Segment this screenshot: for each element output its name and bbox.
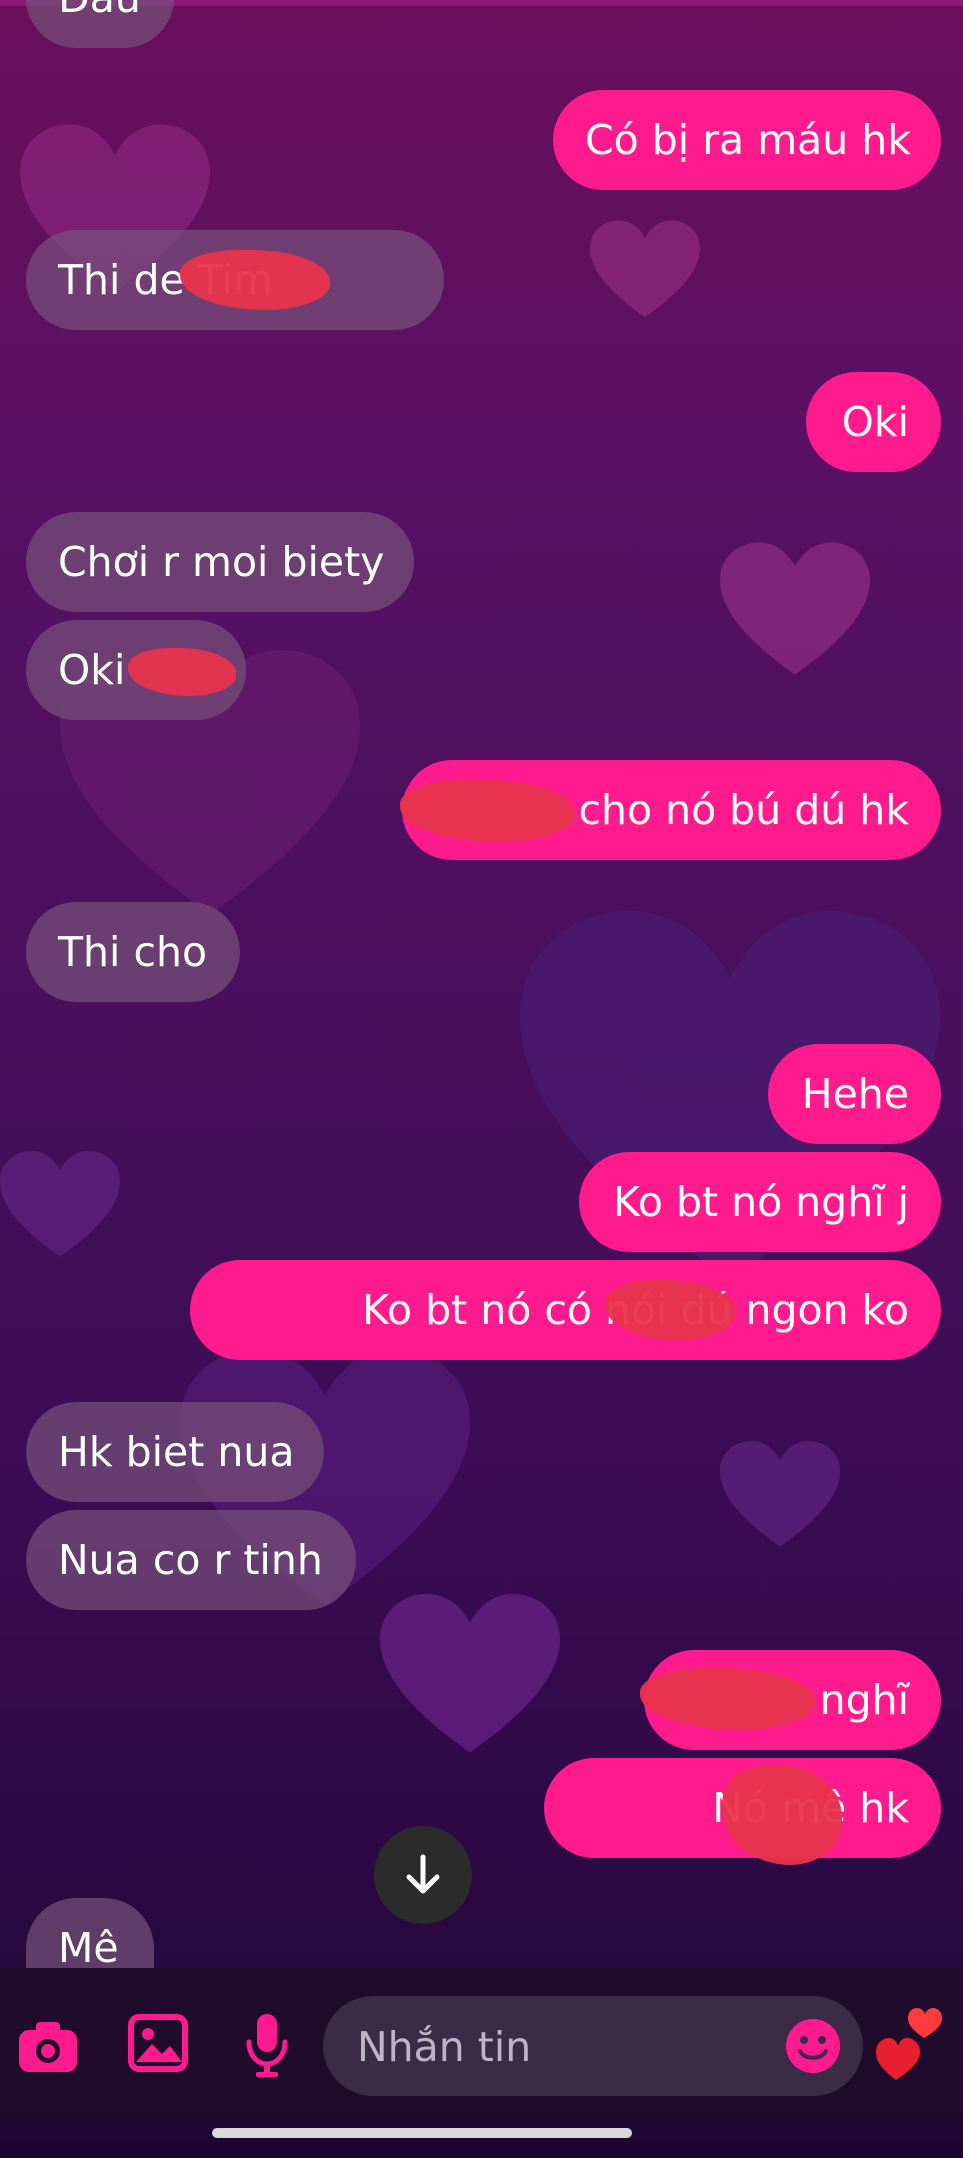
bg-heart-decoration — [380, 1594, 560, 1753]
hearts-icon[interactable] — [874, 2004, 944, 2084]
image-icon[interactable] — [128, 2014, 188, 2072]
chat-screen: Đâu Có bị ra máu hk Thi de Tim Oki Chơi … — [0, 0, 963, 2158]
outgoing-message[interactable]: Oki — [806, 372, 941, 472]
outgoing-message[interactable]: Có bị ra máu hk — [553, 90, 941, 190]
arrow-down-icon — [406, 1854, 440, 1894]
outgoing-message[interactable]: Hehe — [768, 1044, 941, 1144]
incoming-message[interactable]: Thi cho — [26, 902, 240, 1002]
outgoing-message[interactable]: Ko bt nó có nói dú ngon ko — [190, 1260, 941, 1360]
bg-heart-decoration — [720, 542, 870, 675]
incoming-message[interactable]: Hk biet nua — [26, 1402, 324, 1502]
bg-heart-decoration — [590, 220, 700, 318]
scroll-to-bottom-button[interactable] — [374, 1826, 472, 1924]
incoming-message[interactable]: Đâu — [26, 0, 174, 48]
bg-heart-decoration — [0, 1151, 120, 1257]
bg-heart-decoration — [720, 1441, 840, 1547]
emoji-icon[interactable] — [785, 2018, 841, 2074]
incoming-message[interactable]: Mê — [26, 1898, 154, 1968]
microphone-icon[interactable] — [244, 2012, 290, 2078]
message-input[interactable] — [355, 1996, 759, 2098]
incoming-message[interactable]: Chơi r moi biety — [26, 512, 414, 612]
message-input-container[interactable] — [323, 1996, 863, 2098]
incoming-message[interactable]: Nua co r tinh — [26, 1510, 356, 1610]
camera-icon[interactable] — [16, 2016, 80, 2076]
home-indicator[interactable] — [212, 2128, 632, 2138]
outgoing-message[interactable]: Ko bt nó nghĩ j — [579, 1152, 941, 1252]
